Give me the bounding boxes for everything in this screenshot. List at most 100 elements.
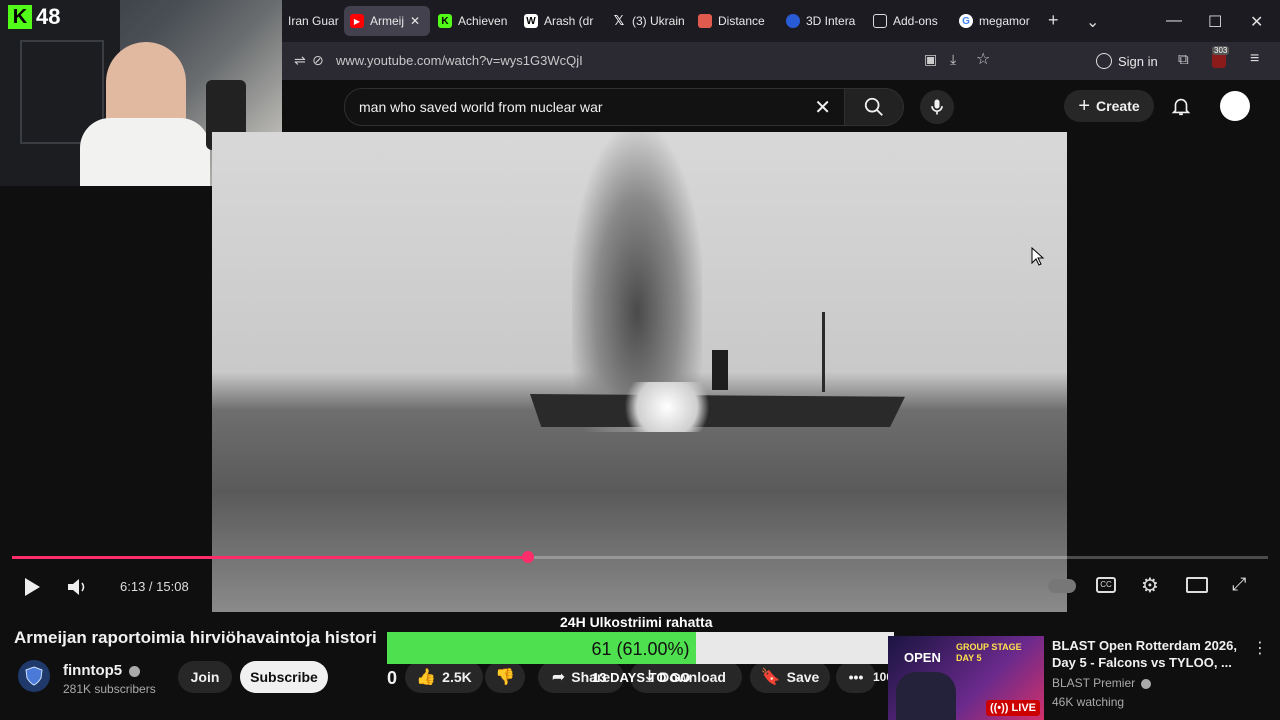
thumbs-up-icon: 👍 (416, 669, 437, 686)
search-button[interactable] (844, 88, 904, 126)
bookmark-star-icon[interactable]: ☆ (976, 49, 990, 69)
share-icon: ➦ (551, 669, 566, 686)
sign-in-button[interactable]: Sign in (1096, 49, 1158, 73)
live-icon: ((•)) (989, 702, 1009, 714)
plus-icon: + (1078, 94, 1091, 117)
seek-bar-played (12, 556, 529, 559)
channel-name[interactable]: finntop5 (63, 662, 141, 679)
side-video-thumbnail[interactable]: OPEN GROUP STAGE DAY 5 ((•)) LIVE (888, 636, 1044, 720)
search-query: man who saved world from nuclear war (359, 99, 603, 115)
like-button[interactable]: 👍 2.5K (405, 661, 483, 693)
minimize-icon[interactable]: — (1166, 12, 1182, 30)
time-display: 6:13 / 15:08 (120, 579, 189, 594)
bookmark-icon: 🔖 (760, 669, 781, 686)
tab-youtube-active[interactable]: ▶ Armeij ✕ (344, 6, 430, 36)
side-video-menu-icon[interactable]: ⋮ (1252, 638, 1268, 658)
download-page-icon[interactable]: ⤓ (950, 51, 956, 68)
clear-search-icon[interactable]: ✕ (814, 95, 831, 120)
player-controls: 6:13 / 15:08 CC ⚙ ⤢ (0, 566, 1280, 610)
tab-label: 3D Intera (806, 14, 856, 28)
youtube-icon: ▶ (350, 14, 364, 28)
picture-in-picture-icon[interactable]: ▣ (924, 51, 937, 68)
join-button[interactable]: Join (178, 661, 232, 693)
tab-google[interactable]: G megamor (953, 6, 1041, 36)
verified-icon (1141, 678, 1152, 689)
tab-distance[interactable]: Distance (692, 6, 780, 36)
tab-label: Iran Guar (288, 14, 339, 28)
tab-wikipedia[interactable]: W Arash (dr (518, 6, 602, 36)
side-video-channel[interactable]: BLAST Premier (1052, 676, 1152, 690)
fullscreen-icon[interactable]: ⤢ (1232, 574, 1246, 595)
kick-count: 48 (36, 4, 61, 29)
channel-name-text: finntop5 (63, 662, 123, 679)
join-label: Join (190, 669, 220, 685)
puzzle-icon (873, 14, 887, 28)
goal-title: 24H Ulkostriimi rahatta (560, 614, 713, 630)
tab-label: Armeij (370, 14, 405, 28)
create-button[interactable]: + Create (1064, 90, 1154, 122)
play-icon[interactable] (22, 577, 42, 597)
dislike-button[interactable]: 👎 (485, 661, 525, 693)
google-icon: G (959, 14, 973, 28)
chevron-down-icon[interactable]: ⌄ (1086, 12, 1099, 32)
goal-days-remaining: 13 DAYS TO GO (592, 670, 691, 685)
channel-avatar[interactable] (18, 660, 50, 692)
close-icon[interactable]: ✕ (410, 14, 420, 28)
subscribe-label: Subscribe (250, 669, 318, 685)
microphone-icon (931, 99, 943, 115)
tune-icon[interactable]: ⇌ (294, 52, 306, 69)
wikipedia-icon: W (524, 14, 538, 28)
url-field[interactable]: www.youtube.com/watch?v=wys1G3WcQjI (336, 53, 583, 68)
tab-label: Achieven (458, 14, 508, 28)
map-icon (698, 14, 712, 28)
thumb-logo: OPEN (904, 650, 941, 665)
tab-label: Arash (dr (544, 14, 594, 28)
tab-3d[interactable]: 3D Intera (780, 6, 870, 36)
tab-x-ukraine[interactable]: 𝕏 (3) Ukrain (606, 6, 694, 36)
tracking-protection-icon[interactable]: ⊘ (312, 52, 324, 69)
more-dots-icon: ••• (848, 669, 864, 685)
video-frame[interactable] (212, 132, 1067, 612)
browser-tab-bar: Iran Guar ▶ Armeij ✕ K Achieven W Arash … (282, 0, 1280, 42)
kick-badge: K 48 (8, 4, 60, 30)
sign-in-label: Sign in (1118, 53, 1158, 69)
account-icon (1096, 53, 1112, 69)
search-input[interactable]: man who saved world from nuclear war ✕ (344, 88, 846, 126)
tab-iran[interactable]: Iran Guar (282, 6, 348, 36)
save-button[interactable]: 🔖 Save (750, 661, 830, 693)
tab-label: (3) Ukrain (632, 14, 685, 28)
menu-icon[interactable]: ≡ (1250, 50, 1259, 68)
subscribe-button[interactable]: Subscribe (240, 661, 328, 693)
captions-icon[interactable]: CC (1096, 577, 1116, 593)
settings-gear-icon[interactable]: ⚙ (1141, 573, 1159, 598)
more-actions-button[interactable]: ••• (836, 661, 876, 693)
goal-progress-text: 61 (61.00%) (591, 639, 690, 659)
tab-achievements[interactable]: K Achieven (432, 6, 520, 36)
mouse-cursor-icon (1031, 247, 1045, 266)
tab-label: Distance (718, 14, 765, 28)
new-tab-icon[interactable]: + (1048, 10, 1059, 31)
live-badge: ((•)) LIVE (985, 700, 1040, 716)
globe-icon (786, 14, 800, 28)
extensions-icon[interactable]: ⧉ (1178, 51, 1189, 68)
create-label: Create (1096, 98, 1140, 114)
maximize-icon[interactable]: ☐ (1208, 12, 1222, 32)
video-title: Armeijan raportoimia hirviöhavaintoja hi… (14, 628, 377, 647)
voice-search-button[interactable] (920, 90, 954, 124)
side-channel-name: BLAST Premier (1052, 676, 1136, 690)
kick-icon: K (438, 14, 452, 28)
thumb-stage-text: GROUP STAGE DAY 5 (956, 642, 1022, 663)
address-bar: ⇌ ⊘ www.youtube.com/watch?v=wys1G3WcQjI … (282, 42, 1280, 80)
volume-icon[interactable] (66, 577, 88, 597)
live-label: LIVE (1011, 702, 1036, 714)
subscriber-count: 281K subscribers (63, 682, 156, 696)
side-video-watching: 46K watching (1052, 695, 1125, 709)
theater-mode-icon[interactable] (1186, 577, 1208, 593)
avatar[interactable] (1220, 91, 1250, 121)
side-video-title[interactable]: BLAST Open Rotterdam 2026, Day 5 - Falco… (1052, 637, 1242, 671)
counter-left: 0 (387, 668, 398, 688)
autoplay-toggle[interactable] (1048, 579, 1076, 593)
tab-addons[interactable]: Add-ons (867, 6, 955, 36)
notifications-bell-icon[interactable] (1170, 95, 1192, 117)
close-window-icon[interactable]: ✕ (1250, 12, 1263, 32)
